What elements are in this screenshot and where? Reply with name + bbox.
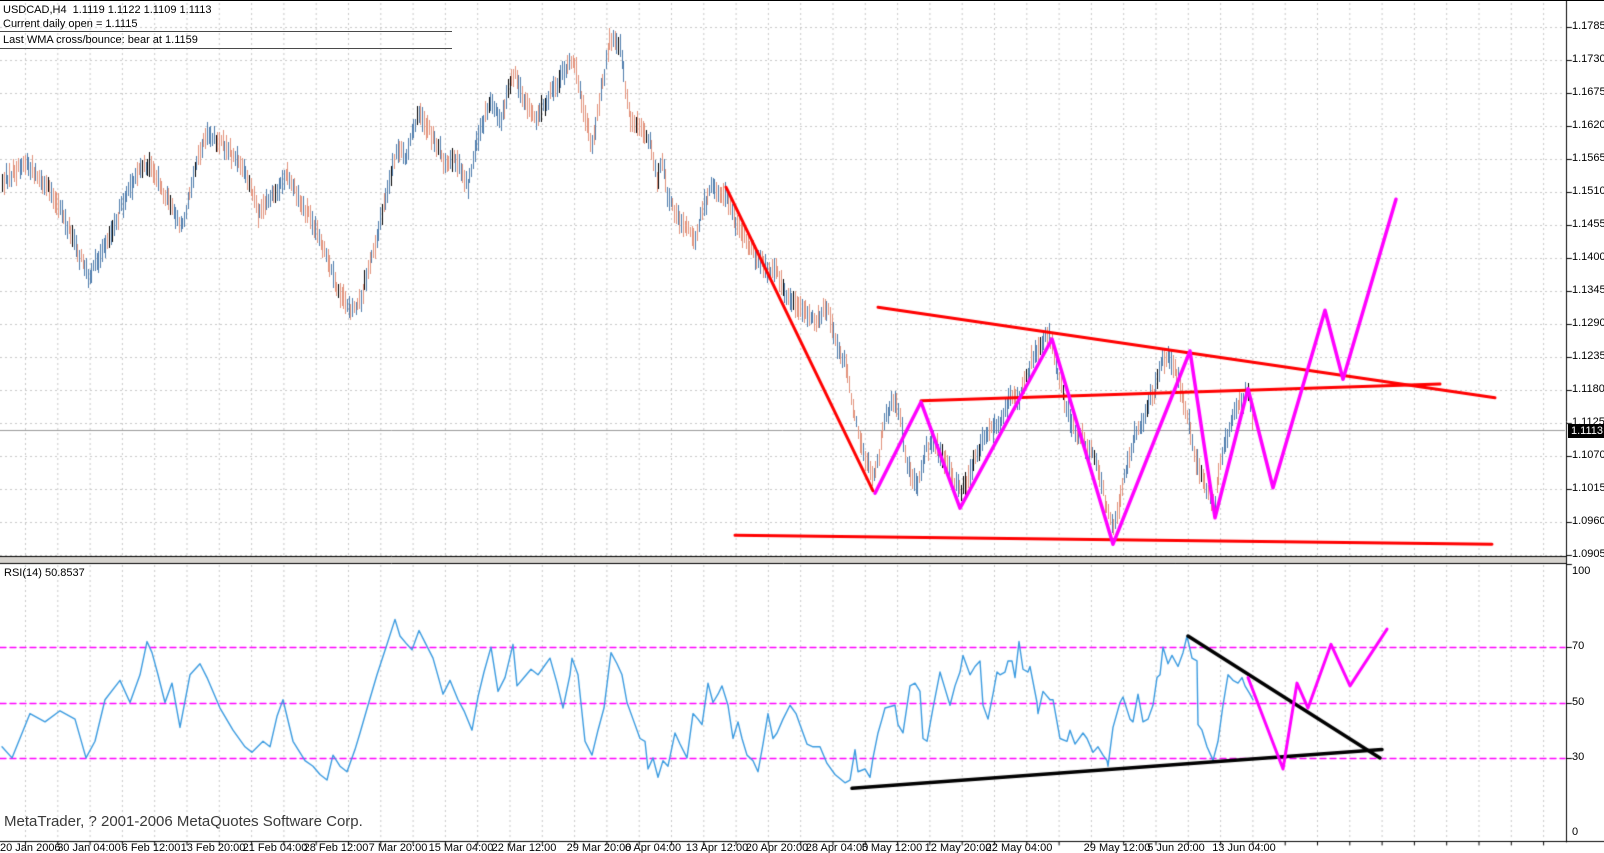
- chart-canvas[interactable]: [0, 1, 1604, 853]
- price-axis-label: 1.1235: [1572, 350, 1604, 362]
- rsi-indicator-label: RSI(14) 50.8537: [4, 567, 85, 579]
- price-axis-label: 1.1510: [1572, 185, 1604, 197]
- rsi-axis-label: 30: [1572, 750, 1585, 763]
- date-label: 22 Mar 12:00: [491, 842, 557, 853]
- price-axis-label: 1.0960: [1572, 515, 1604, 527]
- comment-box-border: [0, 31, 452, 32]
- price-axis-label: 1.1290: [1572, 317, 1604, 329]
- comment-box-border: [0, 48, 452, 49]
- price-axis-label: 1.1675: [1572, 86, 1604, 98]
- price-axis-label: 1.1730: [1572, 53, 1604, 65]
- daily-open-comment: Current daily open = 1.1115: [3, 18, 138, 30]
- rsi-axis-label: 0: [1572, 826, 1579, 838]
- price-axis-label: 1.1345: [1572, 284, 1604, 296]
- price-axis-label: 1.0905: [1572, 548, 1604, 560]
- wma-comment: Last WMA cross/bounce: bear at 1.1159: [3, 34, 198, 46]
- copyright-text: MetaTrader, ? 2001-2006 MetaQuotes Softw…: [4, 813, 363, 830]
- price-axis-label: 1.1565: [1572, 152, 1604, 164]
- price-axis-label: 1.1785: [1572, 20, 1604, 32]
- price-axis-label: 1.1620: [1572, 119, 1604, 131]
- price-axis-label: 1.1070: [1572, 449, 1604, 461]
- rsi-axis-label: 50: [1572, 695, 1585, 708]
- date-label: 13 Jun 04:00: [1212, 842, 1276, 853]
- current-price-tag: 1.1113: [1568, 424, 1604, 438]
- rsi-axis-label: 70: [1572, 640, 1585, 653]
- date-label: 22 May 04:00: [985, 842, 1053, 853]
- metatrader-chart-window: USDCAD,H4 1.1119 1.1122 1.1109 1.1113 Cu…: [0, 0, 1604, 853]
- price-axis-label: 1.1015: [1572, 482, 1604, 494]
- symbol-ohlc-line: USDCAD,H4 1.1119 1.1122 1.1109 1.1113: [3, 4, 212, 16]
- rsi-axis-label: 100: [1572, 565, 1591, 577]
- price-axis-label: 1.1455: [1572, 218, 1604, 230]
- price-axis-label: 1.1400: [1572, 251, 1604, 263]
- price-axis-label: 1.1180: [1572, 383, 1604, 395]
